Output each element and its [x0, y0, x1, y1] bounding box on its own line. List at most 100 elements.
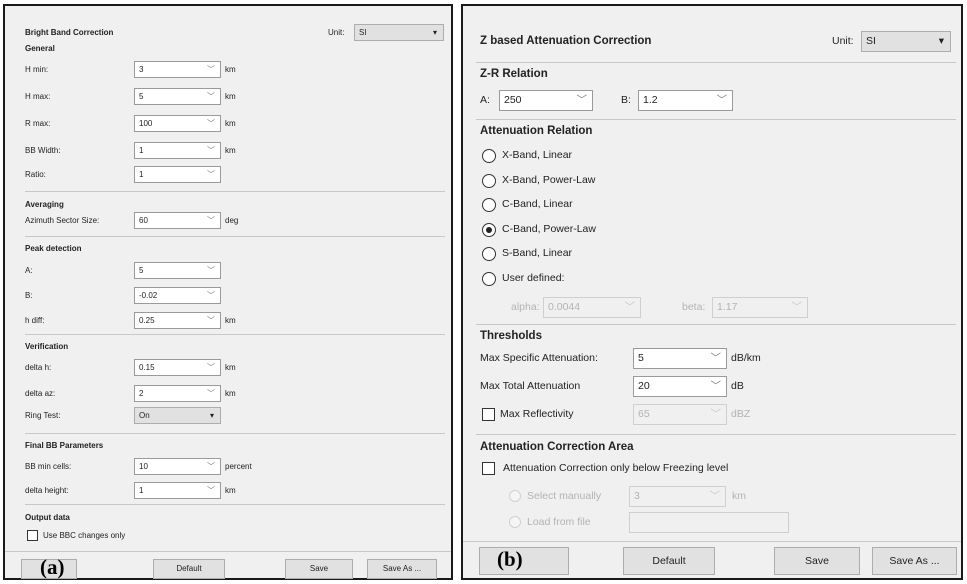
- field-input[interactable]: 1 ﹀: [134, 166, 221, 183]
- chevron-down-icon: ﹀: [207, 291, 215, 300]
- ring-test-label: Ring Test:: [25, 411, 61, 420]
- field-value: 1: [139, 146, 144, 155]
- dropdown-arrow-icon: ▾: [209, 411, 214, 420]
- max-reflectivity-input[interactable]: 65 ﹀: [633, 404, 727, 425]
- azimuth-sector-value: 60: [139, 216, 148, 225]
- azimuth-sector-input[interactable]: 60 ﹀: [134, 212, 221, 229]
- separator: [25, 504, 445, 505]
- chevron-down-icon: ﹀: [716, 94, 728, 106]
- field-value: 0.15: [139, 363, 155, 372]
- use-bbc-label: Use BBC changes only: [43, 531, 126, 540]
- unit-select-value: SI: [359, 28, 367, 37]
- load-from-file-radio[interactable]: [509, 516, 521, 528]
- field-input[interactable]: 1 ﹀: [134, 142, 221, 159]
- alpha-value: 0.0044: [548, 301, 581, 313]
- field-value: 1: [139, 486, 144, 495]
- general-heading: General: [25, 44, 55, 53]
- below-freezing-checkbox[interactable]: [482, 462, 495, 475]
- zr-b-label: B:: [621, 94, 631, 106]
- load-from-file-label: Load from file: [527, 516, 591, 528]
- attenuation-option-label: User defined:: [502, 271, 565, 284]
- unit-label: Unit:: [832, 35, 854, 47]
- alpha-input[interactable]: 0.0044 ﹀: [543, 297, 641, 318]
- max-reflectivity-value: 65: [638, 408, 650, 420]
- field-input[interactable]: 1 ﹀: [134, 482, 221, 499]
- chevron-down-icon: ﹀: [709, 490, 721, 502]
- field-input[interactable]: 5 ﹀: [134, 262, 221, 279]
- default-button[interactable]: Default: [623, 547, 715, 575]
- chevron-down-icon: ﹀: [710, 380, 722, 392]
- chevron-down-icon: ﹀: [710, 352, 722, 364]
- beta-label: beta:: [682, 301, 706, 313]
- attenuation-option-radio[interactable]: [482, 271, 496, 286]
- field-label: Ratio:: [25, 170, 46, 179]
- unit-select[interactable]: SI ▾: [354, 24, 444, 41]
- attenuation-option-label: X-Band, Power-Law: [502, 173, 596, 186]
- attenuation-option-radio[interactable]: [482, 198, 496, 212]
- field-input[interactable]: 5 ﹀: [633, 348, 727, 369]
- ring-test-select[interactable]: On ▾: [134, 407, 221, 424]
- load-from-file-input[interactable]: [629, 512, 789, 533]
- select-manually-input[interactable]: 3 ﹀: [629, 486, 726, 507]
- field-input[interactable]: 3 ﹀: [134, 61, 221, 78]
- separator: [5, 551, 451, 552]
- verification-heading: Verification: [25, 342, 69, 351]
- save-button[interactable]: Save: [774, 547, 860, 575]
- field-value: -0.02: [139, 291, 158, 300]
- field-value: 1: [139, 170, 144, 179]
- averaging-heading: Averaging: [25, 200, 64, 209]
- save-as-button[interactable]: Save As ...: [367, 559, 437, 579]
- field-label: H max:: [25, 92, 51, 101]
- azimuth-sector-unit: deg: [225, 216, 239, 225]
- default-button[interactable]: Default: [153, 559, 225, 579]
- field-input[interactable]: 20 ﹀: [633, 376, 727, 397]
- attenuation-option-radio[interactable]: [482, 173, 496, 188]
- chevron-down-icon: ﹀: [207, 389, 215, 398]
- field-unit: dB: [731, 380, 744, 392]
- field-label: H min:: [25, 65, 49, 74]
- select-manually-value: 3: [634, 490, 640, 502]
- unit-select[interactable]: SI ▾: [861, 31, 951, 52]
- field-label: B:: [25, 291, 33, 300]
- save-as-button[interactable]: Save As ...: [872, 547, 957, 575]
- figure-label-b: (b): [497, 547, 523, 571]
- final-bb-heading: Final BB Parameters: [25, 441, 104, 450]
- field-input[interactable]: 10 ﹀: [134, 458, 221, 475]
- field-unit: km: [225, 119, 236, 128]
- field-input[interactable]: 0.15 ﹀: [134, 359, 221, 376]
- zr-a-input[interactable]: 250 ﹀: [499, 90, 593, 111]
- field-unit: km: [225, 363, 236, 372]
- field-input[interactable]: 2 ﹀: [134, 385, 221, 402]
- chevron-down-icon: ﹀: [576, 94, 588, 106]
- hidden-button[interactable]: [479, 547, 569, 575]
- use-bbc-checkbox[interactable]: [27, 530, 38, 541]
- attenuation-option-radio[interactable]: [482, 222, 496, 237]
- field-unit: km: [225, 65, 236, 74]
- figure-label-a: (a): [40, 555, 65, 579]
- field-value: 5: [638, 352, 644, 364]
- z-attenuation-correction-panel: Z based Attenuation Correction Unit: SI …: [461, 4, 963, 580]
- attenuation-option-radio[interactable]: [482, 247, 496, 261]
- field-unit: dB/km: [731, 352, 761, 364]
- select-manually-radio[interactable]: [509, 490, 521, 502]
- field-input[interactable]: 0.25 ﹀: [134, 312, 221, 329]
- field-label: BB min cells:: [25, 462, 72, 471]
- max-reflectivity-label: Max Reflectivity: [500, 408, 574, 420]
- output-data-heading: Output data: [25, 513, 70, 522]
- beta-value: 1.17: [717, 301, 738, 313]
- zr-b-input[interactable]: 1.2 ﹀: [638, 90, 733, 111]
- separator: [25, 236, 445, 237]
- attenuation-relation-heading: Attenuation Relation: [480, 125, 593, 137]
- dropdown-arrow-icon: ▾: [938, 35, 944, 47]
- attenuation-option-radio[interactable]: [482, 149, 496, 163]
- save-button[interactable]: Save: [285, 559, 353, 579]
- field-input[interactable]: 5 ﹀: [134, 88, 221, 105]
- field-label: h diff:: [25, 316, 45, 325]
- field-label: delta az:: [25, 389, 56, 398]
- max-reflectivity-checkbox[interactable]: [482, 408, 495, 421]
- chevron-down-icon: ﹀: [207, 119, 215, 128]
- field-input[interactable]: -0.02 ﹀: [134, 287, 221, 304]
- beta-input[interactable]: 1.17 ﹀: [712, 297, 808, 318]
- field-label: delta height:: [25, 486, 69, 495]
- field-input[interactable]: 100 ﹀: [134, 115, 221, 132]
